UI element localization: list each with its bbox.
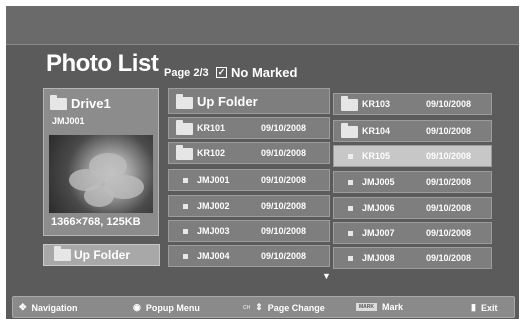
list-item[interactable]: JMJ002 09/10/2008: [168, 195, 330, 217]
folder-icon: [341, 96, 358, 111]
mark-status: ✓ No Marked: [216, 65, 297, 80]
list-item-date: 09/10/2008: [426, 228, 472, 238]
up-folder-button[interactable]: Up Folder: [43, 244, 160, 266]
footer-navigation-label: Navigation: [31, 302, 78, 313]
list-item[interactable]: JMJ005 09/10/2008: [333, 171, 492, 193]
photo-icon: [348, 154, 353, 159]
file-grid: Up Folder KR101 09/10/2008 KR102 09/10/2…: [168, 88, 492, 269]
footer-mark-label: Mark: [382, 302, 404, 312]
list-item-date: 09/10/2008: [426, 203, 472, 213]
photo-icon: [348, 256, 353, 261]
up-folder-icon: [176, 94, 193, 109]
list-item-name: JMJ008: [362, 253, 395, 263]
list-item[interactable]: JMJ001 09/10/2008: [168, 169, 330, 191]
page-indicator: Page 2/3: [164, 67, 209, 79]
tv-screen: Photo List Page 2/3 ✓ No Marked Drive1 J…: [6, 6, 519, 319]
list-item-name: KR105: [362, 151, 391, 161]
footer-exit-label: Exit: [480, 302, 498, 313]
list-item-name: KR101: [197, 123, 226, 133]
list-item[interactable]: JMJ004 09/10/2008: [168, 245, 330, 267]
photo-icon: [183, 178, 188, 183]
ch-key-label: CH: [243, 304, 251, 311]
list-item-date: 09/10/2008: [261, 148, 307, 158]
list-item-selected[interactable]: KR105 09/10/2008: [333, 145, 492, 167]
up-folder-button-label: Up Folder: [74, 248, 130, 262]
list-item-name: JMJ005: [362, 177, 395, 187]
current-folder-name: JMJ001: [52, 116, 85, 126]
folder-icon: [341, 123, 358, 138]
ok-button-icon: ◉: [133, 302, 141, 312]
ch-updown-icon: ⇕: [255, 302, 263, 312]
list-item-date: 09/10/2008: [261, 251, 307, 261]
photo-icon: [348, 231, 353, 236]
drive-icon: [50, 94, 67, 110]
photo-info: 1366×768, 125KB: [51, 216, 141, 228]
footer-page-change-label: Page Change: [267, 302, 325, 313]
list-item-name: JMJ002: [197, 201, 230, 211]
list-item[interactable]: KR104 09/10/2008: [333, 120, 492, 142]
footer-page-change: CH ⇕ Page Change: [243, 302, 325, 313]
list-item-date: 09/10/2008: [261, 226, 307, 236]
list-item[interactable]: JMJ007 09/10/2008: [333, 222, 492, 244]
list-item-name: KR103: [362, 99, 391, 109]
list-item-date: 09/10/2008: [261, 201, 307, 211]
photo-thumbnail: [49, 135, 153, 213]
drive-panel: Drive1 JMJ001 1366×768, 125KB: [43, 88, 159, 236]
scroll-down-icon[interactable]: ▼: [322, 271, 331, 281]
footer-exit: ▮ Exit: [471, 302, 497, 313]
mark-key-icon: MARK: [356, 303, 377, 311]
list-item-name: JMJ001: [197, 175, 230, 185]
list-item-date: 09/10/2008: [426, 253, 472, 263]
list-item[interactable]: KR102 09/10/2008: [168, 142, 330, 164]
footer-navigation: ✥ Navigation: [19, 302, 78, 313]
list-item-name: KR104: [362, 126, 391, 136]
up-folder-icon: [54, 246, 71, 261]
list-item-name: JMJ006: [362, 203, 395, 213]
list-item[interactable]: KR101 09/10/2008: [168, 117, 330, 139]
footer-mark: MARK Mark: [356, 302, 403, 312]
list-item-name: JMJ004: [197, 251, 230, 261]
navigation-icon: ✥: [19, 302, 27, 312]
list-item-name: JMJ007: [362, 228, 395, 238]
photo-icon: [183, 254, 188, 259]
list-item[interactable]: JMJ003 09/10/2008: [168, 220, 330, 242]
list-item[interactable]: JMJ008 09/10/2008: [333, 247, 492, 269]
drive-header: Drive1: [50, 94, 111, 111]
photo-icon: [183, 204, 188, 209]
list-item[interactable]: KR103 09/10/2008: [333, 93, 492, 115]
drive-name: Drive1: [71, 96, 111, 111]
list-item-date: 09/10/2008: [426, 126, 472, 136]
folder-icon: [176, 145, 193, 160]
photo-icon: [348, 180, 353, 185]
list-item-date: 09/10/2008: [426, 99, 472, 109]
footer-popup-menu-label: Popup Menu: [145, 302, 200, 313]
list-item-date: 09/10/2008: [426, 177, 472, 187]
photo-icon: [348, 206, 353, 211]
list-item[interactable]: JMJ006 09/10/2008: [333, 197, 492, 219]
list-item-up-folder[interactable]: Up Folder: [168, 88, 330, 114]
list-item-name: KR102: [197, 148, 226, 158]
exit-icon: ▮: [471, 302, 476, 312]
photo-icon: [183, 229, 188, 234]
top-band: [6, 6, 519, 45]
page-title: Photo List: [46, 50, 159, 77]
folder-icon: [176, 120, 193, 135]
checkbox-icon: ✓: [216, 67, 227, 78]
list-item-date: 09/10/2008: [261, 175, 307, 185]
list-item-name: JMJ003: [197, 226, 230, 236]
list-item-date: 09/10/2008: [261, 123, 307, 133]
footer-popup-menu: ◉ Popup Menu: [133, 302, 200, 313]
mark-status-label: No Marked: [231, 65, 298, 80]
list-item-date: 09/10/2008: [426, 151, 472, 161]
list-item-name: Up Folder: [197, 93, 258, 109]
footer-bar: ✥ Navigation ◉ Popup Menu CH ⇕ Page Chan…: [12, 296, 515, 318]
